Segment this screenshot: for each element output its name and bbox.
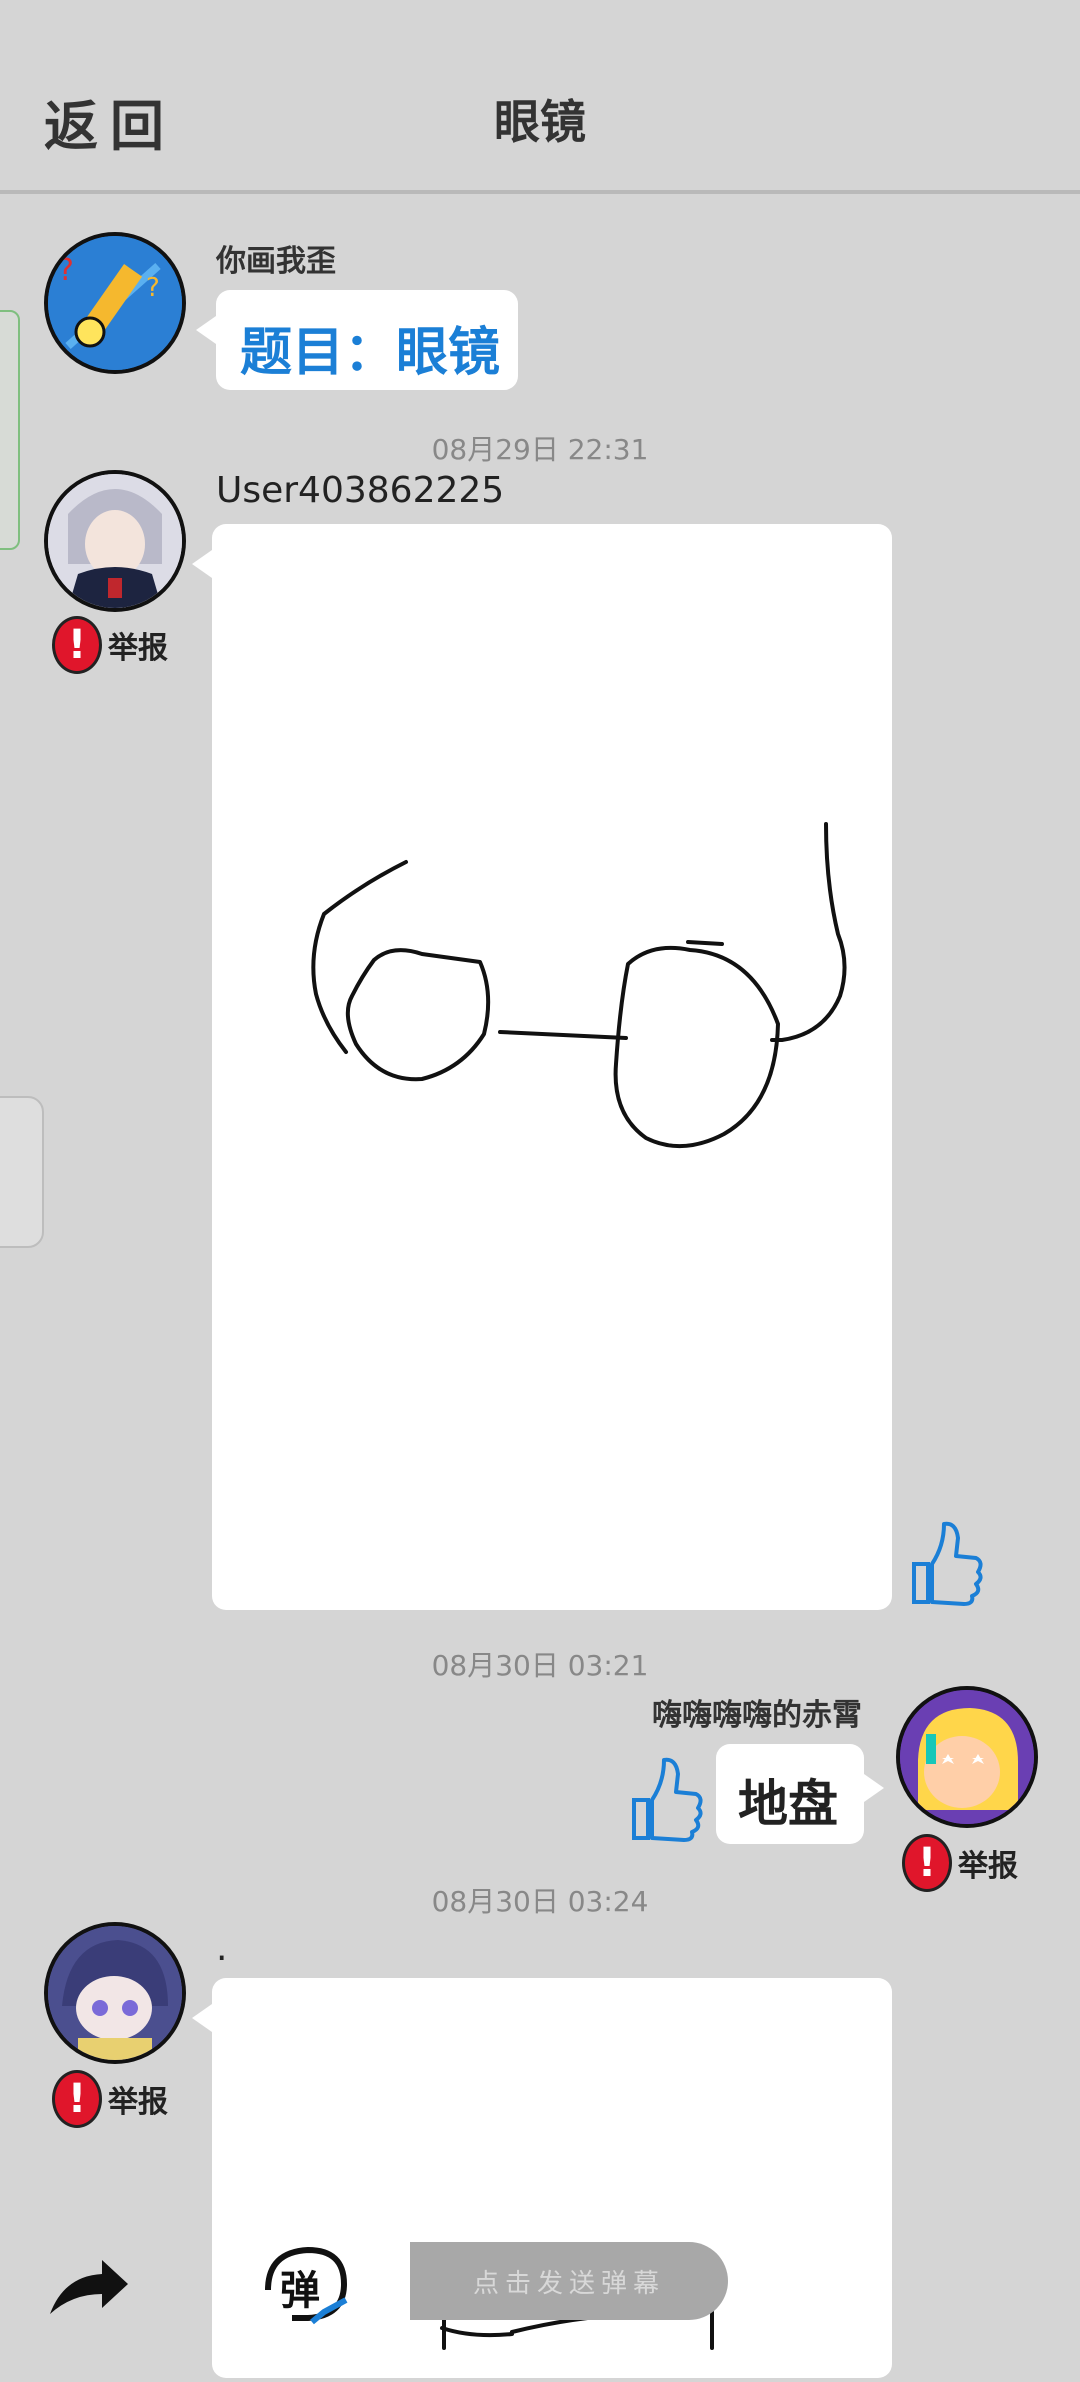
sender-name: . <box>216 1928 228 1969</box>
answer-bubble: 地盘 <box>716 1744 884 1844</box>
report-icon: ! <box>52 616 102 674</box>
prompt-bubble: 题目：眼镜 <box>196 290 518 390</box>
thumbs-up-icon[interactable] <box>624 1752 708 1844</box>
page-title: 眼镜 <box>494 95 586 149</box>
sender-name: 嗨嗨嗨嗨的赤霄 <box>652 1698 862 1733</box>
top-header: 返回 眼镜 <box>0 0 1080 194</box>
timestamp: 08月30日 03:21 <box>431 1649 649 1682</box>
avatar-game-bot[interactable]: ? ? <box>44 232 186 374</box>
avatar-user[interactable] <box>896 1686 1038 1828</box>
report-label: 举报 <box>108 2085 168 2120</box>
bottom-toolbar: 弹 点击发送弹幕 <box>0 2220 1080 2340</box>
danmaku-input[interactable]: 点击发送弹幕 <box>410 2242 728 2320</box>
timestamp: 08月30日 03:24 <box>431 1885 649 1918</box>
answer-text: 地盘 <box>738 1775 838 1833</box>
report-button[interactable]: ! 举报 <box>52 2070 168 2128</box>
avatar-user[interactable] <box>44 1922 186 2064</box>
danmaku-icon-text: 弹 <box>280 2268 320 2314</box>
thumbs-up-icon[interactable] <box>904 1516 988 1608</box>
report-label: 举报 <box>108 631 168 666</box>
timestamp: 08月29日 22:31 <box>431 433 649 466</box>
report-button[interactable]: ! 举报 <box>52 616 168 674</box>
svg-text:?: ? <box>58 253 74 288</box>
prompt-text: 题目：眼镜 <box>240 323 501 383</box>
report-label: 举报 <box>958 1849 1018 1884</box>
share-arrow-icon[interactable] <box>44 2254 132 2320</box>
danmaku-toggle-button[interactable]: 弹 <box>258 2240 358 2332</box>
sender-name: 你画我歪 <box>216 244 336 279</box>
report-icon: ! <box>52 2070 102 2128</box>
sender-name: User403862225 <box>216 470 505 511</box>
avatar-user[interactable] <box>44 470 186 612</box>
svg-text:?: ? <box>146 273 160 303</box>
drawing-canvas[interactable] <box>192 524 892 1610</box>
side-drawer-handle-2[interactable] <box>0 1096 44 1248</box>
